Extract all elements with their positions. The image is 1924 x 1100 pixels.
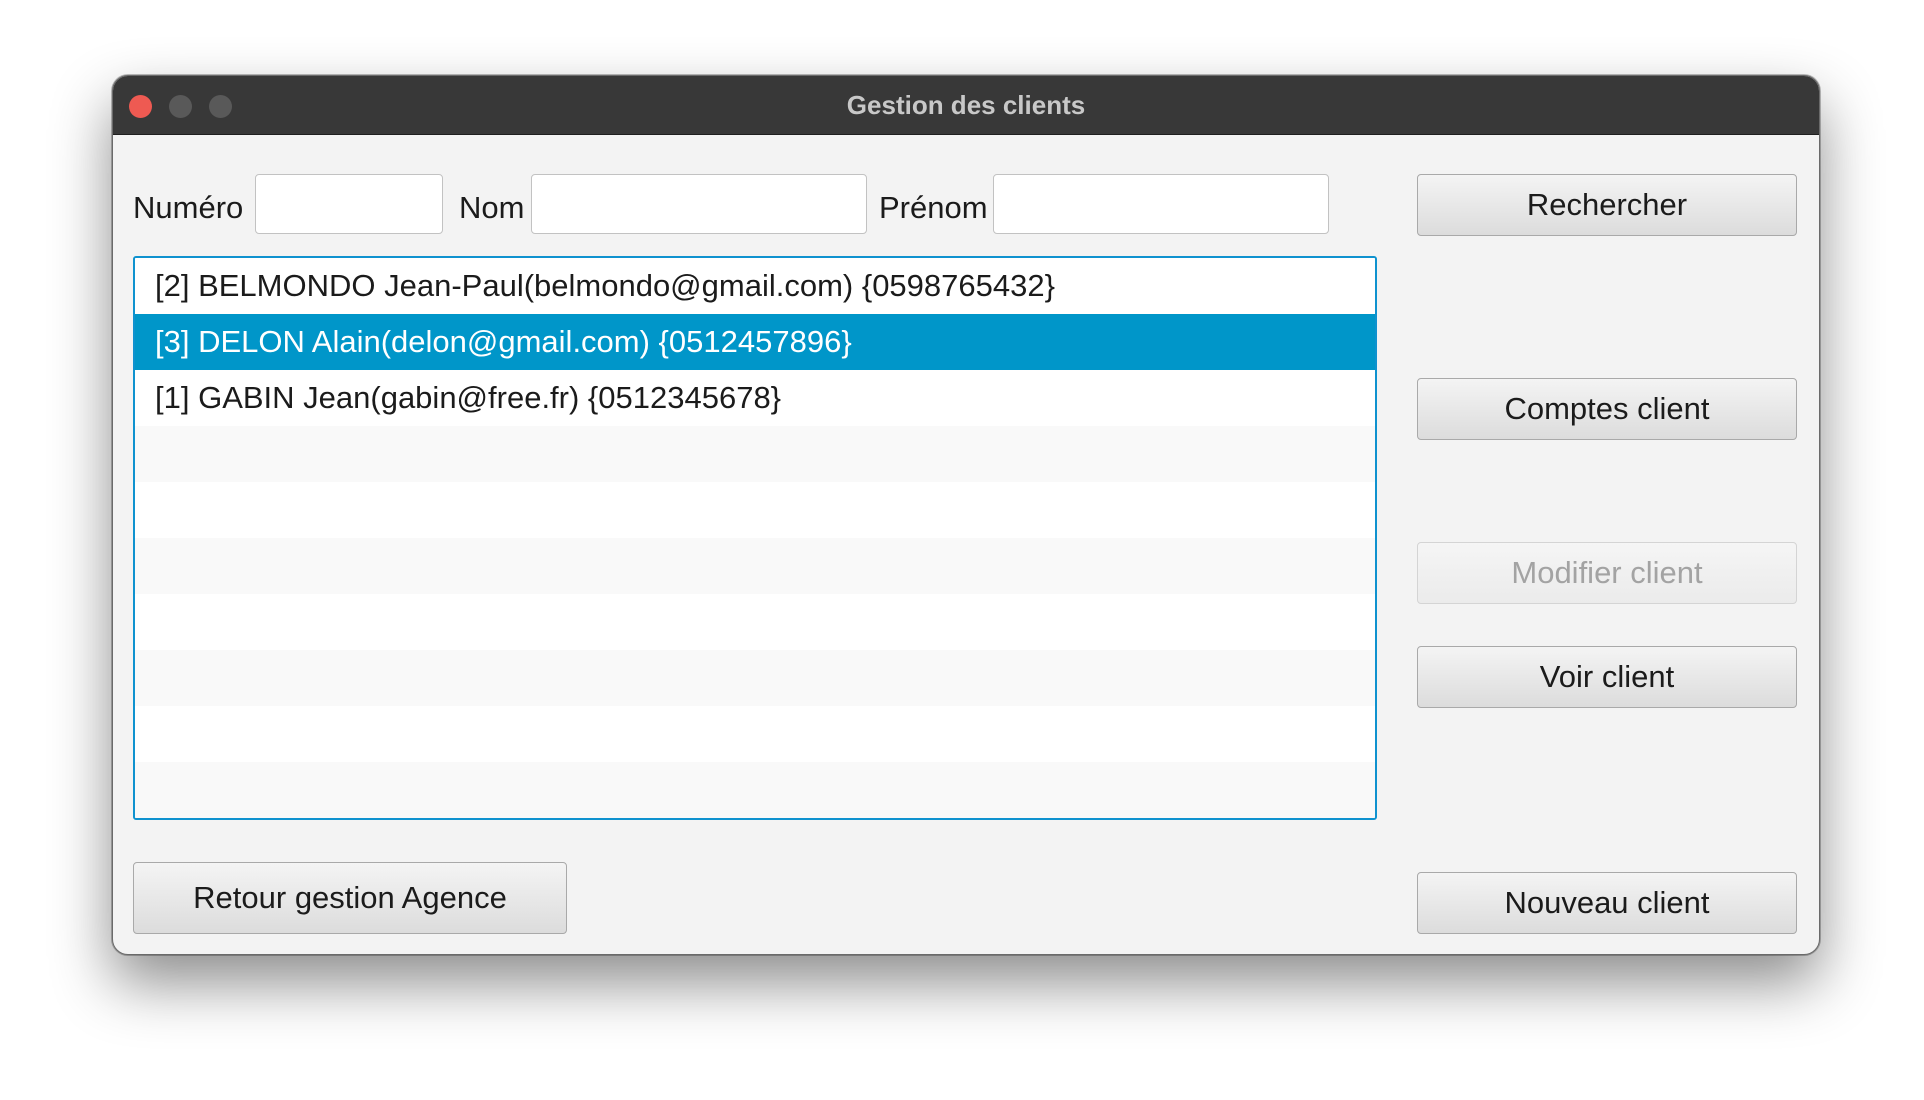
rechercher-button[interactable]: Rechercher <box>1417 174 1797 236</box>
app-window: Gestion des clients Numéro Nom Prénom Re… <box>112 75 1820 955</box>
empty-list-row <box>135 650 1375 706</box>
comptes-client-button[interactable]: Comptes client <box>1417 378 1797 440</box>
empty-list-row <box>135 426 1375 482</box>
numero-input[interactable] <box>255 174 443 234</box>
client-list-item[interactable]: [3] DELON Alain(delon@gmail.com) {051245… <box>135 314 1375 370</box>
prenom-input[interactable] <box>993 174 1329 234</box>
nom-input[interactable] <box>531 174 867 234</box>
title-bar[interactable]: Gestion des clients <box>113 76 1819 135</box>
retour-gestion-agence-button[interactable]: Retour gestion Agence <box>133 862 567 934</box>
client-list-item[interactable]: [1] GABIN Jean(gabin@free.fr) {051234567… <box>135 370 1375 426</box>
nom-label: Nom <box>459 190 525 225</box>
modifier-client-button[interactable]: Modifier client <box>1417 542 1797 604</box>
empty-list-row <box>135 594 1375 650</box>
window-title: Gestion des clients <box>846 90 1086 120</box>
empty-list-row <box>135 706 1375 762</box>
numero-label: Numéro <box>133 190 244 225</box>
empty-list-row <box>135 762 1375 818</box>
prenom-label: Prénom <box>879 190 988 225</box>
client-list-item[interactable]: [2] BELMONDO Jean-Paul(belmondo@gmail.co… <box>135 258 1375 314</box>
client-list[interactable]: [2] BELMONDO Jean-Paul(belmondo@gmail.co… <box>133 256 1377 820</box>
voir-client-button[interactable]: Voir client <box>1417 646 1797 708</box>
empty-list-row <box>135 482 1375 538</box>
nouveau-client-button[interactable]: Nouveau client <box>1417 872 1797 934</box>
empty-list-row <box>135 538 1375 594</box>
